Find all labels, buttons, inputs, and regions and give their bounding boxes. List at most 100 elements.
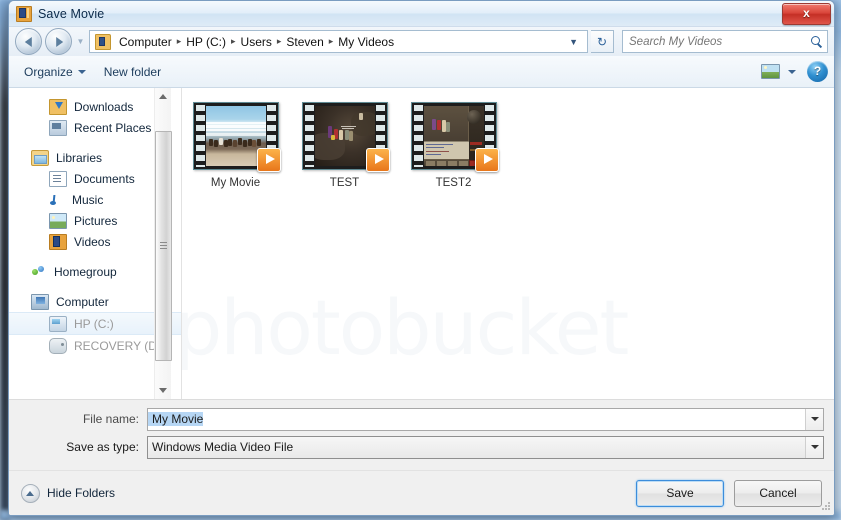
save-as-type-dropdown-button[interactable] bbox=[805, 436, 823, 458]
save-as-type-label: Save as type: bbox=[66, 440, 139, 454]
file-name-input[interactable]: My Movie bbox=[147, 407, 824, 431]
list-item[interactable]: TEST2 bbox=[410, 102, 499, 189]
sidebar-item-label: Videos bbox=[74, 234, 111, 249]
breadcrumb-segment-steven[interactable]: Steven bbox=[282, 35, 327, 49]
file-name-label: My Movie bbox=[210, 177, 261, 189]
chevron-down-icon bbox=[810, 417, 819, 421]
chevron-down-icon bbox=[77, 69, 86, 74]
toolbar: Organize New folder ? bbox=[9, 56, 834, 88]
list-item[interactable]: TEST bbox=[301, 102, 390, 189]
new-folder-label: New folder bbox=[103, 64, 162, 79]
computer-icon bbox=[31, 293, 49, 310]
organize-label: Organize bbox=[24, 64, 73, 79]
documents-icon bbox=[49, 170, 67, 187]
play-badge-icon bbox=[256, 148, 281, 172]
file-list-pane[interactable]: photobucket My Movie TEST TEST2 bbox=[182, 88, 834, 399]
refresh-button[interactable]: ↻ bbox=[591, 30, 614, 53]
play-badge-icon bbox=[474, 148, 499, 172]
footer-button-group: Save Cancel bbox=[636, 479, 822, 507]
recent-locations-dropdown-icon[interactable]: ▼ bbox=[75, 37, 86, 46]
forward-button[interactable] bbox=[45, 28, 72, 55]
resize-grip[interactable] bbox=[821, 502, 831, 512]
sidebar-item-label: Downloads bbox=[74, 99, 134, 114]
back-button[interactable] bbox=[15, 28, 42, 55]
change-view-button[interactable] bbox=[757, 61, 783, 83]
save-as-type-row: Save as type: Windows Media Video File bbox=[19, 435, 824, 459]
close-button[interactable]: x bbox=[782, 3, 831, 25]
recovery-drive-icon bbox=[49, 337, 67, 354]
play-badge-icon bbox=[365, 148, 390, 172]
homegroup-icon bbox=[31, 265, 47, 279]
recent-places-icon bbox=[49, 119, 67, 136]
title-bar: Save Movie x bbox=[9, 1, 834, 27]
navigation-pane: Downloads Recent Places Libraries Docume bbox=[9, 88, 182, 399]
film-strip-icon bbox=[16, 5, 32, 22]
scrollbar-thumb[interactable] bbox=[155, 131, 172, 361]
search-input[interactable] bbox=[627, 34, 810, 49]
videos-icon bbox=[49, 233, 67, 250]
sidebar-item-label: Recent Places bbox=[74, 120, 152, 135]
hide-folders-label: Hide Folders bbox=[47, 486, 116, 500]
scroll-down-button[interactable] bbox=[155, 382, 171, 399]
chevron-up-circle-icon bbox=[21, 483, 40, 503]
sidebar-item-label: HP (C:) bbox=[74, 316, 114, 331]
file-name-label: File name: bbox=[82, 412, 139, 426]
hard-drive-icon bbox=[49, 315, 67, 332]
file-name-row: File name: My Movie bbox=[19, 407, 824, 431]
downloads-folder-icon bbox=[49, 98, 67, 115]
sidebar-item-label: RECOVERY (D:) bbox=[74, 338, 165, 353]
save-button[interactable]: Save bbox=[636, 479, 724, 507]
save-as-type-select[interactable]: Windows Media Video File bbox=[147, 435, 824, 459]
dialog-footer: Hide Folders Save Cancel bbox=[9, 470, 834, 515]
file-name-label: TEST bbox=[329, 177, 360, 189]
video-thumbnail[interactable] bbox=[410, 102, 499, 172]
file-name-dropdown-button[interactable] bbox=[805, 408, 823, 430]
dialog-body: Downloads Recent Places Libraries Docume bbox=[9, 88, 834, 399]
pictures-icon bbox=[49, 212, 67, 229]
chevron-down-icon bbox=[788, 69, 796, 74]
cancel-button[interactable]: Cancel bbox=[734, 479, 822, 507]
sidebar-item-label: Music bbox=[72, 192, 104, 207]
sidebar-item-label: Homegroup bbox=[54, 264, 117, 279]
sidebar-item-label: Pictures bbox=[74, 213, 118, 228]
file-name-label: TEST2 bbox=[435, 177, 472, 189]
libraries-icon bbox=[31, 149, 49, 166]
toolbar-right-group: ? bbox=[757, 61, 828, 83]
view-layout-icon bbox=[760, 64, 780, 79]
file-grid: My Movie TEST TEST2 bbox=[192, 102, 834, 189]
organize-button[interactable]: Organize bbox=[15, 61, 95, 83]
help-button[interactable]: ? bbox=[807, 61, 828, 82]
view-dropdown-button[interactable] bbox=[785, 61, 799, 83]
breadcrumb-segment-my-videos[interactable]: My Videos bbox=[334, 35, 398, 49]
video-thumbnail[interactable] bbox=[192, 102, 281, 172]
navigation-scrollbar[interactable] bbox=[154, 88, 172, 399]
video-folder-icon bbox=[95, 33, 111, 50]
breadcrumb-dropdown-icon[interactable]: ▼ bbox=[562, 37, 585, 47]
save-movie-dialog: Save Movie x ▼ Computer ▸ HP (C:) ▸ User… bbox=[8, 0, 835, 516]
film-perforations-left bbox=[413, 105, 423, 167]
film-perforations-left bbox=[195, 105, 205, 167]
save-as-type-value: Windows Media Video File bbox=[152, 440, 294, 454]
sidebar-item-label: Computer bbox=[56, 294, 109, 309]
search-icon bbox=[810, 35, 823, 48]
breadcrumb-segment-users[interactable]: Users bbox=[237, 35, 276, 49]
new-folder-button[interactable]: New folder bbox=[95, 61, 170, 83]
form-area: File name: My Movie Save as type: Window… bbox=[9, 399, 834, 470]
address-bar: ▼ Computer ▸ HP (C:) ▸ Users ▸ Steven ▸ … bbox=[9, 27, 834, 56]
music-icon bbox=[49, 193, 65, 207]
scroll-up-button[interactable] bbox=[155, 88, 171, 105]
chevron-down-icon bbox=[810, 445, 819, 449]
list-item[interactable]: My Movie bbox=[192, 102, 281, 189]
file-name-value: My Movie bbox=[148, 412, 204, 426]
photobucket-watermark: photobucket bbox=[182, 283, 629, 372]
sidebar-item-label: Documents bbox=[74, 171, 135, 186]
hide-folders-button[interactable]: Hide Folders bbox=[21, 483, 116, 503]
breadcrumb-segment-hp-c[interactable]: HP (C:) bbox=[182, 35, 230, 49]
sidebar-item-label: Libraries bbox=[56, 150, 103, 165]
breadcrumb-segment-computer[interactable]: Computer bbox=[115, 35, 176, 49]
video-thumbnail[interactable] bbox=[301, 102, 390, 172]
window-title: Save Movie bbox=[38, 6, 105, 21]
breadcrumb[interactable]: Computer ▸ HP (C:) ▸ Users ▸ Steven ▸ My… bbox=[89, 30, 588, 53]
search-box[interactable] bbox=[622, 30, 828, 53]
film-perforations-left bbox=[304, 105, 314, 167]
